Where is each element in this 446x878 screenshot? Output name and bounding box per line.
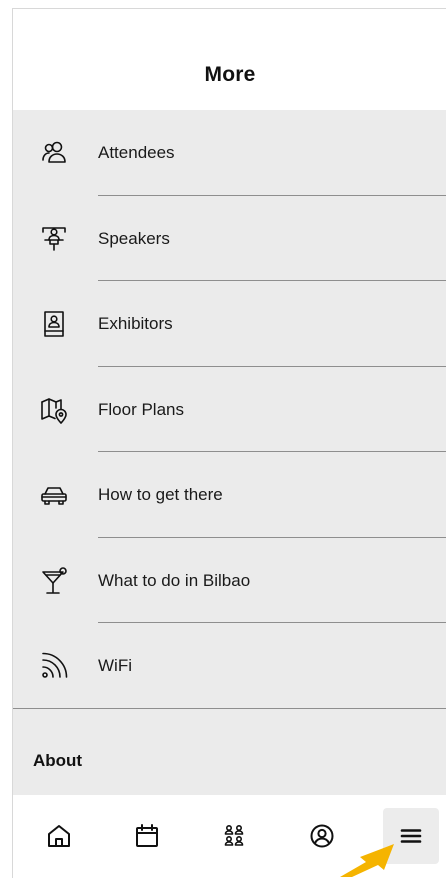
menu-item-what-to-do[interactable]: What to do in Bilbao <box>13 538 446 623</box>
menu-item-label: What to do in Bilbao <box>98 570 251 590</box>
page-title: More <box>204 63 256 86</box>
cocktail-icon <box>39 566 69 596</box>
floor-plans-icon <box>39 395 69 425</box>
menu-item-speakers[interactable]: Speakers <box>13 196 446 281</box>
menu-item-label: Exhibitors <box>98 314 173 333</box>
tab-calendar[interactable] <box>119 808 175 864</box>
pointer-arrow-icon <box>340 844 394 877</box>
menu-item-label: WiFi <box>98 656 132 675</box>
menu-item-exhibitors[interactable]: Exhibitors <box>13 281 446 367</box>
more-menu-list: Attendees Speakers Exhibitors Floor Plan… <box>13 110 446 710</box>
exhibitors-icon <box>39 309 69 339</box>
speakers-icon <box>39 224 69 254</box>
menu-item-floor-plans[interactable]: Floor Plans <box>13 367 446 452</box>
menu-item-attendees[interactable]: Attendees <box>13 110 446 196</box>
about-section[interactable]: About <box>13 709 446 795</box>
people-icon <box>221 823 247 849</box>
header: More <box>13 9 446 110</box>
car-icon <box>39 480 69 510</box>
menu-item-label: Floor Plans <box>98 399 184 419</box>
menu-item-label: Attendees <box>98 143 175 162</box>
calendar-icon <box>134 823 160 849</box>
menu-item-label: Speakers <box>98 228 170 248</box>
about-label: About <box>33 751 83 770</box>
tab-home[interactable] <box>31 808 87 864</box>
app-screen: More Attendees Speakers Exhibitors Floor… <box>12 8 446 878</box>
home-icon <box>46 823 72 849</box>
menu-item-label: How to get there <box>98 485 223 504</box>
tab-people[interactable] <box>206 808 262 864</box>
wifi-icon <box>39 651 69 681</box>
menu-item-how-to-get-there[interactable]: How to get there <box>13 452 446 538</box>
attendees-icon <box>39 138 69 168</box>
menu-item-wifi[interactable]: WiFi <box>13 623 446 709</box>
